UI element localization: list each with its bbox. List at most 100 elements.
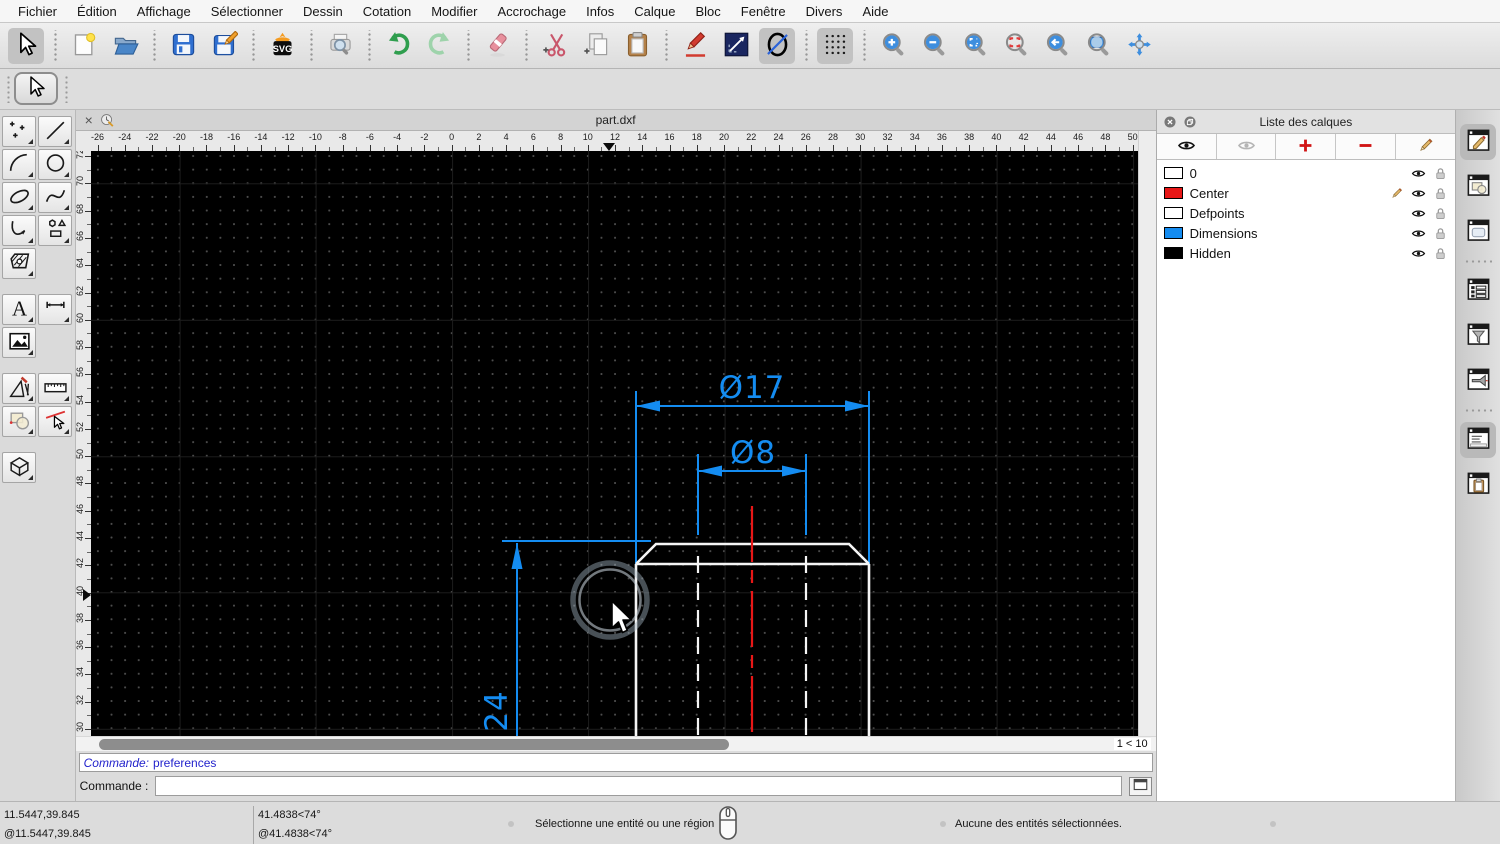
toolbar-button-zoom-selection[interactable] — [998, 28, 1034, 64]
menu-item-aide[interactable]: Aide — [852, 4, 898, 19]
menu-item-affichage[interactable]: Affichage — [127, 4, 201, 19]
layer-tool-eye-gray[interactable] — [1217, 134, 1277, 159]
toolbar-button-delete-eraser[interactable] — [479, 28, 515, 64]
layer-row-defpoints[interactable]: Defpoints — [1157, 203, 1456, 223]
palette-tool-arc-tool[interactable] — [2, 149, 36, 180]
application-window: FichierÉditionAffichageSélectionnerDessi… — [0, 0, 1500, 844]
palette-tool-text-tool[interactable]: A — [2, 294, 36, 325]
toolbar-button-paste[interactable] — [619, 28, 655, 64]
palette-tool-image-tool[interactable] — [2, 327, 36, 358]
toolbar-button-open-file[interactable] — [107, 28, 143, 64]
palette-tool-polyline-tool[interactable] — [2, 215, 36, 246]
command-input[interactable] — [155, 776, 1121, 796]
toolbar-button-zoom-in[interactable] — [875, 28, 911, 64]
toolbar-button-zoom-auto[interactable] — [957, 28, 993, 64]
layer-visible-eye-icon[interactable] — [1411, 206, 1426, 221]
toolbar-button-redo[interactable] — [421, 28, 457, 64]
menu-item-selectionner[interactable]: Sélectionner — [201, 4, 293, 19]
menu-item-dessin[interactable]: Dessin — [293, 4, 353, 19]
palette-tool-modify-tool[interactable] — [2, 373, 36, 404]
command-history-value: preferences — [153, 756, 216, 770]
menu-item-bloc[interactable]: Bloc — [685, 4, 730, 19]
drawing-canvas[interactable]: Ø17 Ø8 24 — [91, 151, 1138, 736]
dock-button-panel-library[interactable] — [1460, 214, 1496, 250]
palette-tool-spline-tool[interactable] — [38, 182, 72, 213]
menu-item-infos[interactable]: Infos — [576, 4, 624, 19]
command-window-button[interactable] — [1129, 777, 1152, 796]
tab-close-icon[interactable]: × — [85, 113, 93, 127]
layer-visible-eye-icon[interactable] — [1411, 186, 1426, 201]
toolbar-button-svg-export[interactable]: SVG — [264, 28, 300, 64]
toolbar-button-line-properties[interactable] — [718, 28, 754, 64]
dim-label-inner-diameter[interactable]: Ø8 — [730, 435, 776, 471]
layer-tool-plus-red[interactable] — [1276, 134, 1336, 159]
dock-button-panel-filter[interactable] — [1460, 318, 1496, 354]
menu-item-modifier[interactable]: Modifier — [421, 4, 487, 19]
layer-row-hidden[interactable]: Hidden — [1157, 243, 1456, 263]
palette-tool-blocks-tool[interactable] — [2, 406, 36, 437]
palette-tool-measure-tool[interactable] — [38, 373, 72, 404]
dim-label-outer-diameter[interactable]: Ø17 — [718, 370, 785, 406]
h-scrollbar-thumb[interactable] — [99, 739, 729, 750]
menu-item-accrochage[interactable]: Accrochage — [487, 4, 576, 19]
menu-item-cotation[interactable]: Cotation — [353, 4, 421, 19]
toolbar-button-cut[interactable] — [537, 28, 573, 64]
palette-tool-dimension-tool[interactable] — [38, 294, 72, 325]
toolbar-button-copy[interactable] — [578, 28, 614, 64]
menu-item-fichier[interactable]: Fichier — [8, 4, 67, 19]
status-dot — [940, 821, 946, 827]
palette-tool-ellipse-tool[interactable] — [2, 182, 36, 213]
toolbar-button-undo[interactable] — [380, 28, 416, 64]
toolbar-button-zoom-out[interactable] — [916, 28, 952, 64]
layer-tool-pencil-gold[interactable] — [1396, 134, 1455, 159]
layer-visible-eye-icon[interactable] — [1411, 166, 1426, 181]
toolbar-button-print-preview[interactable] — [322, 28, 358, 64]
dock-button-panel-entity-list[interactable] — [1460, 273, 1496, 309]
toolbar-button-zoom-window[interactable] — [1080, 28, 1116, 64]
palette-tool-circle-tool[interactable] — [38, 149, 72, 180]
layer-lock-icon[interactable] — [1433, 166, 1448, 181]
dock-button-panel-clipboard[interactable] — [1460, 467, 1496, 503]
palette-tool-shapes-tool[interactable] — [38, 215, 72, 246]
layer-tool-minus-red[interactable] — [1336, 134, 1396, 159]
layer-lock-icon[interactable] — [1433, 226, 1448, 241]
layer-row-dimensions[interactable]: Dimensions — [1157, 223, 1456, 243]
toolbar-button-attributes-pencil[interactable] — [677, 28, 713, 64]
menu-item-divers[interactable]: Divers — [796, 4, 853, 19]
toolbar-button-grid-toggle[interactable] — [817, 28, 853, 64]
palette-tool-hatch-tool[interactable] — [2, 248, 36, 279]
toolbar-button-zoom-pan[interactable] — [1121, 28, 1157, 64]
toolbar-button-select-arrow[interactable] — [8, 28, 44, 64]
menu-item-fenetre[interactable]: Fenêtre — [731, 4, 796, 19]
layer-row-0[interactable]: 0 — [1157, 163, 1456, 183]
layer-lock-icon[interactable] — [1433, 186, 1448, 201]
palette-tool-line-tool[interactable] — [38, 116, 72, 147]
toolbar-button-save[interactable] — [165, 28, 201, 64]
menu-item-calque[interactable]: Calque — [624, 4, 685, 19]
layer-row-center[interactable]: Center — [1157, 183, 1456, 203]
layer-tool-eye-black[interactable] — [1157, 134, 1217, 159]
dock-button-panel-pen[interactable] — [1460, 363, 1496, 399]
palette-tool-points-tool[interactable] — [2, 116, 36, 147]
dock-button-panel-layers[interactable] — [1460, 124, 1496, 160]
toolbar-button-save-as[interactable] — [206, 28, 242, 64]
layer-lock-icon[interactable] — [1433, 246, 1448, 261]
layer-name: 0 — [1190, 166, 1383, 181]
layer-visible-eye-icon[interactable] — [1411, 226, 1426, 241]
palette-tool-select-entity-tool[interactable] — [38, 406, 72, 437]
selection-tool-button[interactable] — [14, 72, 58, 105]
v-scrollbar-track[interactable] — [1138, 151, 1156, 736]
dock-button-panel-command[interactable] — [1460, 422, 1496, 458]
toolbar-button-new-document[interactable] — [66, 28, 102, 64]
toolbar-button-circle-slash[interactable] — [759, 28, 795, 64]
zoom-previous-icon — [1044, 31, 1071, 61]
layer-lock-icon[interactable] — [1433, 206, 1448, 221]
menu-item-edition[interactable]: Édition — [67, 4, 127, 19]
toolbar-button-zoom-previous[interactable] — [1039, 28, 1075, 64]
palette-empty-cell — [38, 327, 72, 358]
layer-visible-eye-icon[interactable] — [1411, 246, 1426, 261]
dim-label-height[interactable]: 24 — [479, 690, 515, 731]
palette-tool-cube-tool[interactable] — [2, 452, 36, 483]
dock-button-panel-blocks[interactable] — [1460, 169, 1496, 205]
circle-tool-icon — [43, 151, 68, 179]
